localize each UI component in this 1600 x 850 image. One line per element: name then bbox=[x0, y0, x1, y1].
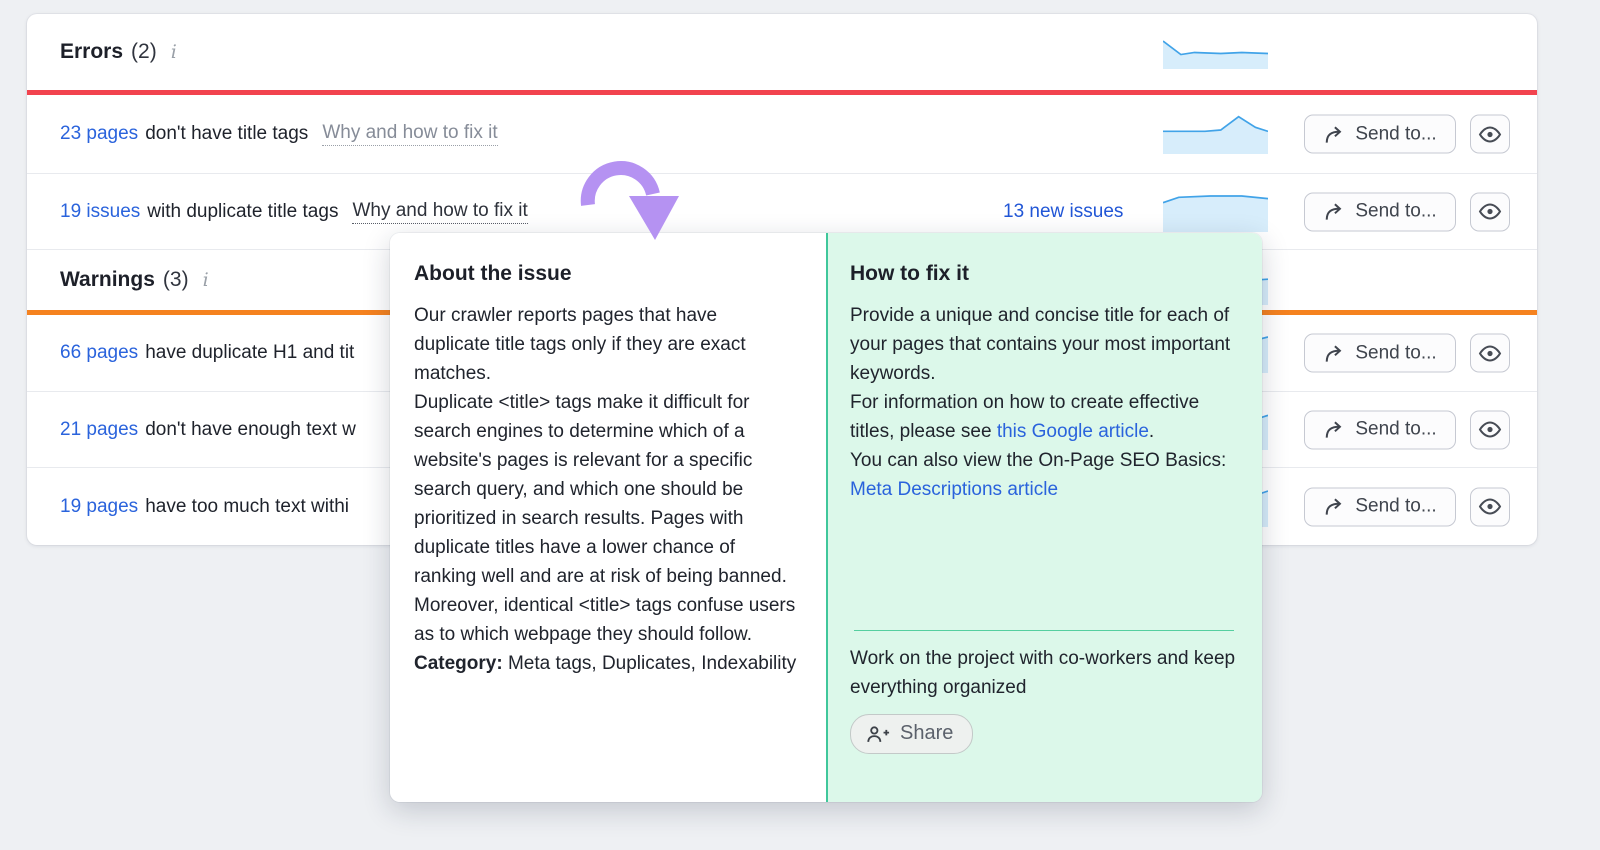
send-to-label: Send to... bbox=[1355, 342, 1437, 363]
why-how-to-fix-link-active[interactable]: Why and how to fix it bbox=[352, 200, 528, 224]
send-arrow-icon bbox=[1323, 497, 1345, 517]
errors-count: (2) bbox=[131, 40, 157, 63]
person-add-icon bbox=[866, 724, 890, 744]
send-to-label: Send to... bbox=[1355, 123, 1437, 144]
eye-icon bbox=[1478, 497, 1502, 517]
share-promo-text: Work on the project with co-workers and … bbox=[850, 648, 1236, 698]
issue-text: with duplicate title tags bbox=[147, 200, 339, 222]
issue-count-link[interactable]: 23 pages bbox=[60, 123, 138, 145]
fix-paragraph: For information on how to create effecti… bbox=[850, 388, 1238, 446]
issue-count-link[interactable]: 19 issues bbox=[60, 201, 140, 223]
errors-section-header: Errors (2) i bbox=[27, 14, 1537, 90]
issue-details-popup: About the issue Our crawler reports page… bbox=[390, 233, 1262, 802]
send-arrow-icon bbox=[1323, 343, 1345, 363]
send-to-button[interactable]: Send to... bbox=[1304, 114, 1456, 154]
info-icon[interactable]: i bbox=[171, 41, 177, 63]
fix-title: How to fix it bbox=[850, 262, 969, 285]
errors-title: Errors bbox=[60, 40, 124, 63]
issue-text: have duplicate H1 and tit bbox=[145, 342, 355, 363]
about-the-issue-panel: About the issue Our crawler reports page… bbox=[390, 233, 828, 802]
category-value: Meta tags, Duplicates, Indexability bbox=[502, 653, 797, 674]
send-arrow-icon bbox=[1323, 124, 1345, 144]
issue-trend-sparkline bbox=[1163, 114, 1268, 154]
new-issues-link[interactable]: 13 new issues bbox=[1003, 201, 1123, 223]
hide-issue-button[interactable] bbox=[1470, 333, 1510, 373]
fix-paragraph: You can also view the On-Page SEO Basics… bbox=[850, 446, 1238, 504]
send-to-label: Send to... bbox=[1355, 418, 1437, 440]
hide-issue-button[interactable] bbox=[1470, 192, 1510, 231]
issue-text: have too much text withi bbox=[145, 495, 350, 517]
divider bbox=[854, 630, 1234, 631]
send-arrow-icon bbox=[1323, 420, 1345, 440]
issue-text: don't have enough text w bbox=[145, 418, 356, 440]
share-button[interactable]: Share bbox=[850, 714, 974, 754]
about-paragraph: Our crawler reports pages that have dupl… bbox=[414, 305, 746, 384]
issue-count-link[interactable]: 21 pages bbox=[60, 419, 138, 441]
send-arrow-icon bbox=[1323, 202, 1345, 222]
send-to-label: Send to... bbox=[1355, 200, 1437, 222]
send-to-label: Send to... bbox=[1355, 495, 1437, 517]
eye-icon bbox=[1478, 420, 1502, 440]
issue-count-link[interactable]: 66 pages bbox=[60, 342, 138, 364]
issue-count-link[interactable]: 19 pages bbox=[60, 496, 138, 518]
issue-row-title-tags: 23 pages don't have title tags Why and h… bbox=[27, 95, 1537, 174]
send-to-button[interactable]: Send to... bbox=[1304, 410, 1456, 449]
issue-trend-sparkline bbox=[1163, 192, 1268, 232]
google-article-link[interactable]: this Google article bbox=[997, 421, 1149, 442]
eye-icon bbox=[1478, 343, 1502, 363]
category-line: Category: Meta tags, Duplicates, Indexab… bbox=[414, 649, 798, 678]
warnings-title: Warnings bbox=[60, 268, 155, 291]
meta-descriptions-article-link[interactable]: Meta Descriptions article bbox=[850, 479, 1058, 500]
fix-text: . bbox=[1148, 421, 1155, 442]
about-paragraph: Duplicate <title> tags make it difficult… bbox=[414, 392, 787, 587]
info-icon[interactable]: i bbox=[203, 269, 209, 291]
warnings-count: (3) bbox=[162, 268, 189, 291]
why-how-to-fix-link[interactable]: Why and how to fix it bbox=[322, 122, 498, 146]
fix-text: You can also view the On-Page SEO Basics… bbox=[850, 450, 1227, 471]
about-title: About the issue bbox=[414, 262, 572, 285]
category-label: Category: bbox=[414, 653, 503, 674]
errors-trend-sparkline bbox=[1163, 38, 1268, 69]
send-to-button[interactable]: Send to... bbox=[1304, 333, 1456, 373]
fix-paragraph: Provide a unique and concise title for e… bbox=[850, 305, 1231, 384]
hide-issue-button[interactable] bbox=[1470, 114, 1510, 154]
issue-text: don't have title tags bbox=[145, 123, 309, 144]
eye-icon bbox=[1478, 124, 1502, 144]
how-to-fix-panel: How to fix it Provide a unique and conci… bbox=[828, 233, 1262, 802]
send-to-button[interactable]: Send to... bbox=[1304, 192, 1456, 231]
hide-issue-button[interactable] bbox=[1470, 410, 1510, 449]
send-to-button[interactable]: Send to... bbox=[1304, 487, 1456, 526]
eye-icon bbox=[1478, 202, 1502, 222]
about-paragraph: Moreover, identical <title> tags confuse… bbox=[414, 595, 796, 645]
share-label: Share bbox=[900, 722, 954, 744]
hide-issue-button[interactable] bbox=[1470, 487, 1510, 526]
